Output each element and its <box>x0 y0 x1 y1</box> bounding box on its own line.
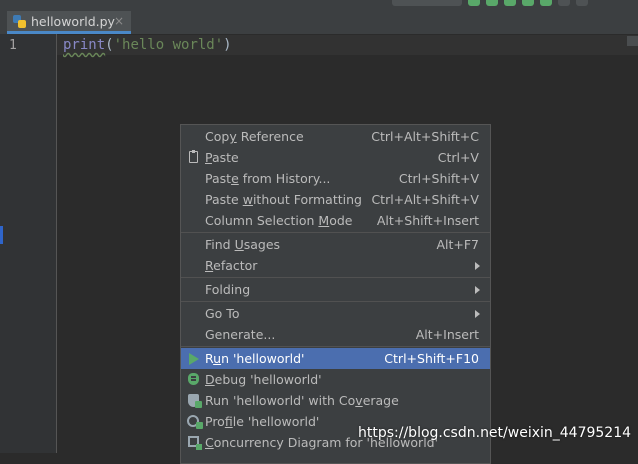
menu-shortcut: Alt+Shift+Insert <box>376 213 479 228</box>
code-string: 'hello world' <box>113 37 224 53</box>
menu-label: Find Usages <box>205 237 281 252</box>
clipboard-icon <box>189 150 198 163</box>
menu-separator <box>181 301 490 302</box>
menu-label: Profile 'helloworld' <box>205 414 320 429</box>
code-keyword: print <box>63 37 106 53</box>
editor-scrollbar[interactable] <box>627 36 638 46</box>
menu-item-paste-without-formatting[interactable]: Paste without Formatting Ctrl+Alt+Shift+… <box>181 189 490 210</box>
concurrency-icon[interactable] <box>540 0 552 6</box>
code-line[interactable]: print('hello world') <box>63 37 232 53</box>
concurrency-diagram-icon <box>188 436 202 450</box>
code-paren-open: ( <box>105 37 114 53</box>
menu-item-run-with-coverage[interactable]: Run 'helloworld' with Coverage <box>181 390 490 411</box>
menu-label: Refactor <box>205 258 258 273</box>
menu-shortcut: Ctrl+Shift+F10 <box>384 351 479 366</box>
menu-item-paste[interactable]: Paste Ctrl+V <box>181 147 490 168</box>
tab-helloworld[interactable]: helloworld.py × <box>7 11 131 34</box>
code-paren-close: ) <box>223 37 232 53</box>
gutter-marker <box>0 226 3 244</box>
submenu-arrow-icon <box>475 262 480 270</box>
menu-item-folding[interactable]: Folding <box>181 279 490 300</box>
menu-label: Go To <box>205 306 240 321</box>
menu-label: Paste <box>205 150 239 165</box>
menu-label: Run 'helloworld' with Coverage <box>205 393 399 408</box>
submenu-arrow-icon <box>475 310 480 318</box>
menu-label: Paste without Formatting <box>205 192 362 207</box>
menu-item-copy-reference[interactable]: Copy Reference Ctrl+Alt+Shift+C <box>181 126 490 147</box>
line-number-gutter[interactable]: 1 <box>0 34 57 453</box>
menu-shortcut: Ctrl+V <box>437 150 479 165</box>
menu-label: Debug 'helloworld' <box>205 372 322 387</box>
layout-icon[interactable] <box>576 0 588 6</box>
menu-item-refactor[interactable]: Refactor <box>181 255 490 276</box>
menu-item-find-usages[interactable]: Find Usages Alt+F7 <box>181 234 490 255</box>
menu-item-go-to[interactable]: Go To <box>181 303 490 324</box>
menu-separator <box>181 232 490 233</box>
menu-shortcut: Ctrl+Alt+Shift+V <box>371 192 479 207</box>
run-icon <box>189 353 199 365</box>
menu-item-debug[interactable]: Debug 'helloworld' <box>181 369 490 390</box>
editor-tab-bar: helloworld.py × <box>0 0 638 34</box>
menu-item-paste-from-history[interactable]: Paste from History... Ctrl+Shift+V <box>181 168 490 189</box>
menu-item-column-selection-mode[interactable]: Column Selection Mode Alt+Shift+Insert <box>181 210 490 231</box>
bug-icon <box>188 373 199 385</box>
profile-icon <box>187 415 203 429</box>
toolbar-buttons <box>392 0 588 8</box>
menu-shortcut: Alt+F7 <box>436 237 479 252</box>
menu-label: Copy Reference <box>205 129 304 144</box>
menu-label: Column Selection Mode <box>205 213 353 228</box>
menu-label: Folding <box>205 282 251 297</box>
profile-icon[interactable] <box>522 0 534 6</box>
coverage-shield-icon <box>188 394 202 408</box>
run-config-dropdown[interactable] <box>392 0 462 6</box>
coverage-icon[interactable] <box>504 0 516 6</box>
tab-filename: helloworld.py <box>31 13 115 29</box>
menu-label: Generate... <box>205 327 276 342</box>
menu-shortcut: Alt+Insert <box>415 327 479 342</box>
menu-separator <box>181 346 490 347</box>
menu-label: Run 'helloworld' <box>205 351 305 366</box>
menu-item-run[interactable]: Run 'helloworld' Ctrl+Shift+F10 <box>181 348 490 369</box>
menu-shortcut: Ctrl+Shift+V <box>398 171 479 186</box>
menu-separator <box>181 277 490 278</box>
debug-icon[interactable] <box>486 0 498 6</box>
python-file-icon <box>13 14 26 28</box>
menu-item-generate[interactable]: Generate... Alt+Insert <box>181 324 490 345</box>
watermark: https://blog.csdn.net/weixin_44795214 <box>358 425 632 441</box>
menu-label: Paste from History... <box>205 171 331 186</box>
menu-shortcut: Ctrl+Alt+Shift+C <box>371 129 479 144</box>
close-icon[interactable]: × <box>114 14 124 28</box>
context-menu: Copy Reference Ctrl+Alt+Shift+C Paste Ct… <box>180 124 491 464</box>
run-icon[interactable] <box>468 0 480 6</box>
stop-icon[interactable] <box>558 0 570 6</box>
submenu-arrow-icon <box>475 286 480 294</box>
line-number: 1 <box>9 38 17 53</box>
